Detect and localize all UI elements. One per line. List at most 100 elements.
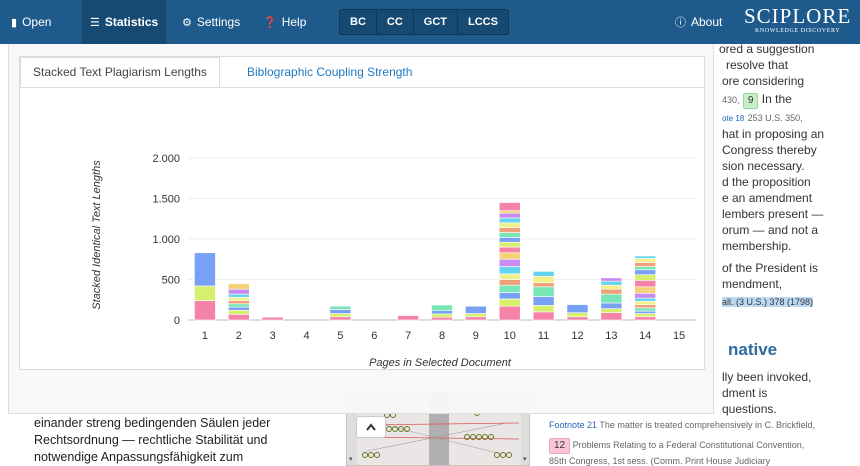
tab-stacked-text-plagiarism-lengths[interactable]: Stacked Text Plagiarism Lengths xyxy=(20,57,220,87)
bar-segment xyxy=(600,293,623,304)
bar-segment xyxy=(634,307,657,312)
bar-segment xyxy=(228,314,250,321)
bar-segment xyxy=(397,315,419,321)
bar-segment xyxy=(566,304,589,314)
x-tick-label: 5 xyxy=(337,330,343,342)
x-tick-label: 3 xyxy=(270,330,276,342)
doc-line: ore considering xyxy=(722,74,805,88)
bar-segment xyxy=(532,286,555,297)
bar-segment xyxy=(228,303,250,308)
algorithm-button-gct[interactable]: GCT xyxy=(414,10,459,34)
bar-segment xyxy=(532,275,555,284)
help-menu[interactable]: ❓ Help xyxy=(263,0,306,44)
bar-segment xyxy=(465,305,487,314)
footnote-link[interactable]: Footnote 21 xyxy=(549,420,597,430)
y-axis-title: Stacked Identical Text Lengths xyxy=(91,160,103,310)
x-tick-label: 10 xyxy=(504,330,516,342)
x-tick-label: 13 xyxy=(605,330,617,342)
bar-segment xyxy=(634,258,657,263)
bar-segment xyxy=(532,305,555,313)
collapse-panel-button[interactable] xyxy=(356,416,386,438)
bar-segment xyxy=(498,217,521,224)
question-circle-icon: ❓ xyxy=(263,16,277,29)
bar-segment xyxy=(465,313,487,318)
bar-segment xyxy=(329,316,352,321)
bar-segment xyxy=(600,280,623,286)
algorithm-button-bc[interactable]: BC xyxy=(340,10,377,34)
bar-segment xyxy=(498,246,521,254)
bar-segment xyxy=(634,297,657,302)
citation: all. (3 U.S.) 378 (1798) xyxy=(722,297,814,307)
bar-segment xyxy=(600,284,623,290)
y-tick-label: 1.500 xyxy=(152,194,180,206)
x-tick-label: 4 xyxy=(303,330,309,342)
statistics-menu[interactable]: ☰ Statistics xyxy=(82,0,167,44)
doc-fragment: In the xyxy=(761,92,792,106)
bar-segment xyxy=(228,288,250,295)
doc-line: questions. xyxy=(722,402,777,416)
bar-segment xyxy=(600,302,623,309)
brand-subtitle: KNOWLEDGE DISCOVERY xyxy=(754,28,841,34)
about-menu[interactable]: ⓘ About xyxy=(675,0,722,44)
bar-segment xyxy=(532,271,555,277)
bar-segment xyxy=(498,232,521,238)
doc-line: sion necessary. xyxy=(722,159,805,173)
bar-segment xyxy=(329,309,352,314)
match-badge[interactable]: 9 xyxy=(742,93,759,109)
open-menu[interactable]: ▮ Open xyxy=(11,0,51,44)
bar-segment xyxy=(498,222,521,228)
y-tick-label: 2.000 xyxy=(152,153,180,165)
match-badge[interactable]: 12 xyxy=(549,438,571,454)
algorithm-button-lccs[interactable]: LCCS xyxy=(458,10,508,34)
bar-segment xyxy=(634,310,657,314)
bar-segment xyxy=(498,298,521,307)
x-tick-label: 8 xyxy=(439,330,445,342)
bar-segment xyxy=(634,292,657,299)
chevron-up-icon xyxy=(366,423,376,431)
settings-menu[interactable]: ⚙ Settings xyxy=(182,0,240,44)
doc-line: lembers present — xyxy=(722,207,824,221)
list-icon: ☰ xyxy=(90,16,100,29)
footnote-text: 253 U.S. 350, xyxy=(747,113,803,123)
bar-segment xyxy=(194,300,216,321)
bar-segment xyxy=(634,280,657,288)
bar-segment xyxy=(600,277,623,282)
doc-line: mendment, xyxy=(722,277,783,291)
bar-segment xyxy=(498,292,521,300)
bar-segment xyxy=(600,288,623,295)
sciplore-logo[interactable]: SCIPLORE KNOWLEDGE DISCOVERY xyxy=(744,6,851,35)
bar-segment xyxy=(228,306,250,311)
doc-line: ored a suggestion xyxy=(719,42,815,56)
bar-segment xyxy=(498,279,521,286)
footnote-line: ote 18 253 U.S. 350, xyxy=(722,110,803,124)
bar-segment xyxy=(329,305,352,310)
help-label: Help xyxy=(281,15,307,29)
doc-line: d the proposition xyxy=(722,175,811,189)
doc-line: orum — and not a xyxy=(722,223,819,237)
footnote-line: 12 Problems Relating to a Federal Consti… xyxy=(549,438,804,454)
bar-segment xyxy=(532,296,555,306)
section-heading: native xyxy=(728,340,778,359)
bar-segment xyxy=(600,308,623,314)
doc-line: resolve that xyxy=(726,58,789,72)
tab-biblographic-coupling-strength[interactable]: Biblographic Coupling Strength xyxy=(235,57,424,87)
statistics-label: Statistics xyxy=(104,15,159,29)
x-tick-label: 2 xyxy=(236,330,242,342)
doc-line: Rechtsordnung — rechtliche Stabilität un… xyxy=(34,433,268,447)
doc-line: notwendige Anpassungsfähigkeit zum xyxy=(34,450,244,464)
x-tick-label: 1 xyxy=(202,330,208,342)
doc-line: dment is xyxy=(722,386,768,400)
footnote-text: Problems Relating to a Federal Constitut… xyxy=(572,440,805,450)
bar-segment xyxy=(431,310,453,315)
doc-line: 430, 9 In the xyxy=(722,92,792,109)
bar-segment xyxy=(634,269,657,275)
bar-segment xyxy=(634,266,657,271)
y-tick-label: 500 xyxy=(162,275,180,287)
bar-segment xyxy=(566,316,589,321)
x-axis-title: Pages in Selected Document xyxy=(369,357,512,369)
bar-segment xyxy=(634,255,657,259)
top-navbar: ▮ Open ☰ Statistics ⚙ Settings ❓ Help BC… xyxy=(0,0,860,44)
footnote-link[interactable]: ote 18 xyxy=(722,114,744,123)
algorithm-button-cc[interactable]: CC xyxy=(377,10,414,34)
bar-segment xyxy=(498,227,521,233)
